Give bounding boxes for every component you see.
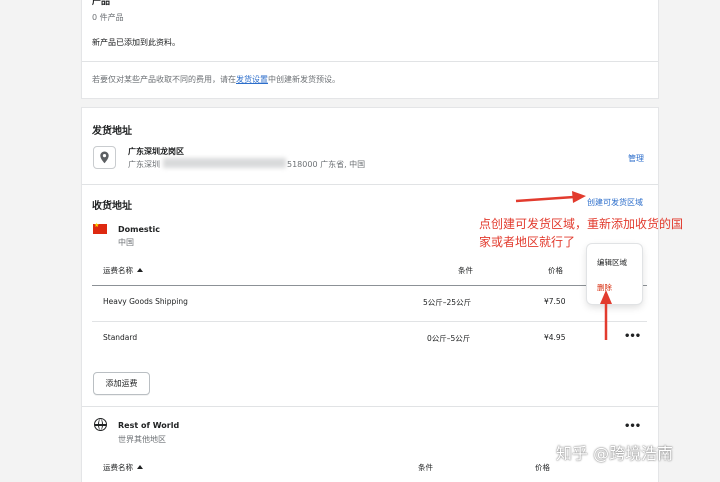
annotation-arrows xyxy=(515,191,612,340)
arrow-to-create-zone xyxy=(515,191,586,203)
arrow-to-delete xyxy=(600,290,612,340)
watermark: 知乎 @跨境浩南 xyxy=(556,444,674,463)
